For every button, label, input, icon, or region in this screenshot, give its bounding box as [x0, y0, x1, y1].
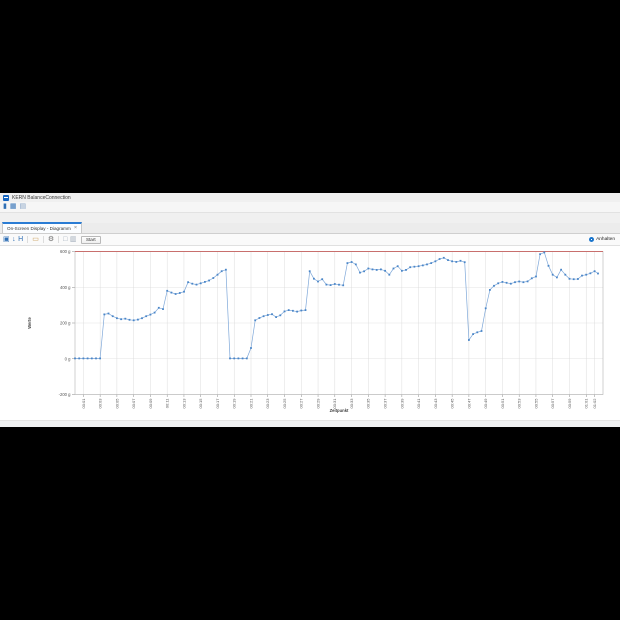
screenshot-root: KERN BalanceConnection ▮ ▦ ▤ On-Screen Dis…: [0, 0, 620, 620]
window-title: KERN BalanceConnection: [12, 194, 71, 201]
svg-text:00:13: 00:13: [181, 398, 186, 409]
measurement-series-icon[interactable]: H: [18, 236, 23, 244]
svg-text:00:57: 00:57: [550, 398, 555, 409]
report-icon[interactable]: ▤: [19, 203, 26, 211]
tab-close-icon[interactable]: ×: [74, 225, 77, 231]
svg-text:00:17: 00:17: [215, 398, 220, 409]
copy-chart-icon[interactable]: ▣: [3, 236, 10, 244]
y-axis-title: Werte: [27, 317, 32, 329]
app-window: KERN BalanceConnection ▮ ▦ ▤ On-Screen Dis…: [0, 193, 620, 427]
svg-text:00:25: 00:25: [282, 398, 287, 409]
svg-text:00:33: 00:33: [349, 398, 354, 409]
svg-text:00:49: 00:49: [483, 398, 488, 409]
svg-text:01:01: 01:01: [584, 398, 589, 409]
stop-record-icon: [589, 237, 595, 242]
toolbar-separator: [27, 236, 29, 243]
svg-text:00:21: 00:21: [248, 398, 253, 409]
svg-text:00:47: 00:47: [466, 398, 471, 409]
weight-chart-svg: -200 g 0 g 200 g 400 g 600 g 00:01 00:03 00:05 0…: [27, 249, 604, 413]
toolbar-separator: [42, 236, 44, 243]
svg-text:00:53: 00:53: [517, 398, 522, 409]
svg-text:00:45: 00:45: [450, 398, 455, 409]
anhalten-button[interactable]: Anhalten: [589, 237, 617, 242]
chart-toolbar: ▣ ↓ H ▭ ⚙ □ ▥ Start Anhalten: [0, 234, 620, 246]
svg-text:00:37: 00:37: [382, 398, 387, 409]
app-logo-icon: [3, 194, 9, 201]
chart-gridlines: [75, 251, 603, 395]
svg-text:00:31: 00:31: [332, 398, 337, 409]
title-bar: KERN BalanceConnection: [0, 193, 620, 202]
tab-label: On-Screen Display - Diagramm: [7, 226, 71, 231]
export-icon[interactable]: ▭: [32, 236, 39, 244]
svg-text:400 g: 400 g: [60, 285, 71, 290]
tab-bar: On-Screen Display - Diagramm ×: [0, 222, 620, 234]
layers-icon[interactable]: ▥: [70, 236, 77, 244]
svg-text:0 g: 0 g: [65, 356, 71, 361]
svg-text:00:09: 00:09: [148, 398, 153, 409]
anhalten-label: Anhalten: [596, 237, 615, 242]
svg-text:00:29: 00:29: [315, 398, 320, 409]
data-table-icon[interactable]: ▦: [10, 203, 17, 211]
x-axis-title: Zeitpunkt: [330, 408, 349, 413]
svg-text:00:15: 00:15: [198, 398, 203, 409]
svg-text:00:11: 00:11: [165, 398, 170, 408]
start-button[interactable]: Start: [80, 235, 101, 244]
tab-onscreen-display-diagramm[interactable]: On-Screen Display - Diagramm ×: [2, 222, 83, 233]
new-window-icon[interactable]: □: [63, 236, 67, 244]
svg-text:01:02: 01:02: [592, 398, 597, 409]
chart-area: -200 g 0 g 200 g 400 g 600 g 00:01 00:03 00:05 0…: [0, 246, 620, 427]
svg-text:00:39: 00:39: [399, 398, 404, 409]
svg-text:600 g: 600 g: [60, 249, 71, 254]
ribbon-spacer: [0, 213, 620, 223]
settings-gear-icon[interactable]: ⚙: [48, 236, 54, 244]
svg-text:-200 g: -200 g: [59, 392, 72, 397]
svg-text:00:01: 00:01: [81, 398, 86, 409]
balance-device-icon[interactable]: ▮: [3, 203, 7, 211]
svg-text:00:43: 00:43: [433, 398, 438, 409]
svg-text:00:41: 00:41: [416, 398, 421, 409]
svg-text:00:05: 00:05: [114, 398, 119, 409]
toolbar-separator: [58, 236, 60, 243]
svg-text:00:23: 00:23: [265, 398, 270, 409]
svg-text:00:59: 00:59: [567, 398, 572, 409]
svg-text:00:07: 00:07: [131, 398, 136, 409]
svg-text:200 g: 200 g: [60, 321, 71, 326]
svg-text:00:51: 00:51: [500, 398, 505, 409]
svg-text:00:35: 00:35: [366, 398, 371, 409]
svg-text:00:27: 00:27: [299, 398, 304, 409]
svg-text:00:19: 00:19: [232, 398, 237, 409]
save-image-icon[interactable]: ↓: [12, 236, 16, 244]
svg-text:00:55: 00:55: [533, 398, 538, 409]
status-bar: [0, 420, 620, 427]
main-toolbar: ▮ ▦ ▤: [0, 202, 620, 213]
svg-text:00:03: 00:03: [98, 398, 103, 409]
